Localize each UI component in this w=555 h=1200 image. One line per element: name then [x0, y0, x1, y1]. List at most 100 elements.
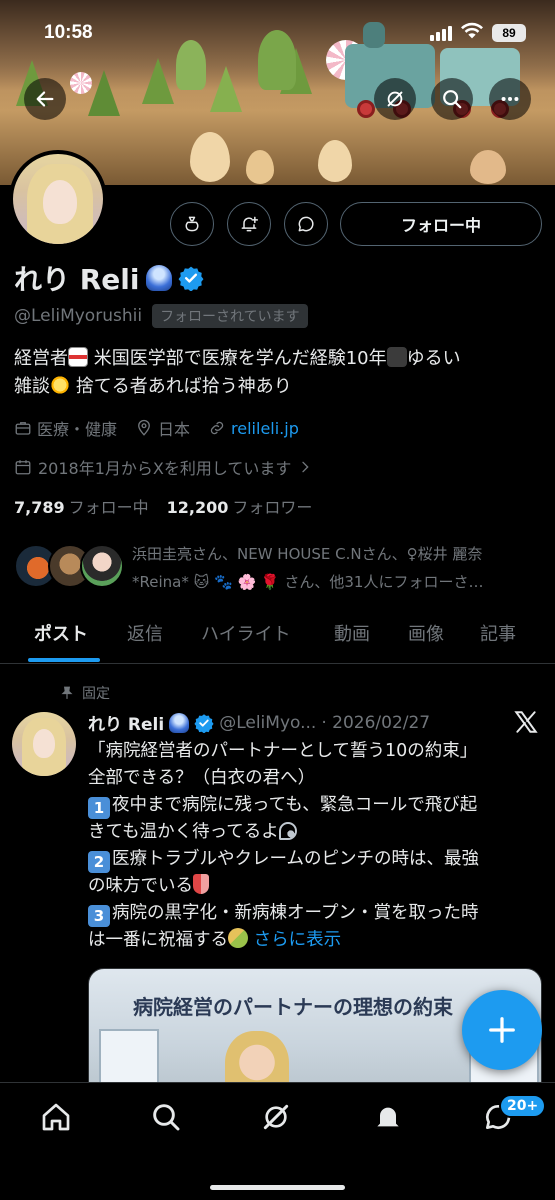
- verified-badge-icon: [194, 713, 214, 733]
- post-item-2: 2 医療トラブルやクレームのピンチの時は、最強: [88, 846, 543, 873]
- tab-images[interactable]: 画像: [408, 620, 444, 646]
- nav-home[interactable]: [40, 1101, 72, 1133]
- message-button[interactable]: [284, 202, 328, 246]
- pin-icon: [61, 686, 73, 699]
- avatar-face: [43, 180, 77, 224]
- tab-videos[interactable]: 動画: [334, 620, 370, 646]
- jellyfish-emoji-icon: [145, 265, 172, 291]
- chevron-right-icon: [302, 461, 310, 473]
- profile-meta: 医療・健康 日本 relileli.jp: [14, 416, 299, 440]
- post-item-3: 3 病院の黒字化・新病棟オープン・賞を取った時: [88, 900, 543, 927]
- status-time: 10:58: [44, 22, 93, 43]
- joined-date[interactable]: 2018年1月からXを利用しています: [14, 455, 313, 479]
- grok-button[interactable]: [374, 78, 416, 120]
- back-button[interactable]: [24, 78, 66, 120]
- image-title-text: 病院経営のパートナーの理想の約束: [133, 995, 453, 1019]
- tab-highlights[interactable]: ハイライト: [201, 620, 291, 646]
- battery-indicator: 89: [492, 24, 526, 42]
- train-wheel: [357, 100, 375, 118]
- more-horizontal-icon: [501, 96, 519, 102]
- post-line-wrap: きても温かく待ってるよ: [88, 819, 543, 846]
- bottom-navigation: [0, 1082, 555, 1200]
- joined-text: 2018年1月からXを利用しています: [38, 459, 292, 478]
- briefcase-icon: [15, 422, 31, 435]
- pinned-label: 固定: [60, 683, 110, 703]
- money-bag-icon: [185, 216, 199, 232]
- nav-notifications[interactable]: [372, 1101, 404, 1133]
- bio-text: 捨てる者あれば拾う神あり: [75, 376, 292, 397]
- post-item-1: 1 夜中まで病院に残っても、緊急コールで飛び起: [88, 792, 543, 819]
- post-line: 「病院経営者のパートナーとして誓う10の約束」: [88, 741, 478, 761]
- show-more-link[interactable]: さらに表示: [254, 930, 342, 950]
- bio-text: 経営者: [14, 348, 68, 369]
- post-line: 夜中まで病院に残っても、緊急コールで飛び起: [112, 795, 478, 815]
- keycap-number: 2: [88, 851, 110, 873]
- post-line-wrap: は一番に祝福する さらに表示: [88, 927, 543, 954]
- grok-icon: [387, 91, 403, 107]
- post-author-name[interactable]: れり Reli: [88, 710, 164, 735]
- wifi-icon: [461, 22, 483, 39]
- banner-lollipop: [70, 72, 92, 94]
- home-icon: [42, 1103, 70, 1131]
- messages-badge: 20+: [499, 1094, 547, 1118]
- following-button[interactable]: フォロー中: [340, 202, 542, 246]
- post-line: の味方でいる: [88, 876, 193, 896]
- website-item[interactable]: relileli.jp: [208, 419, 299, 438]
- post-line: きても温かく待ってるよ: [88, 822, 279, 842]
- website-link[interactable]: relileli.jp: [231, 419, 299, 438]
- profile-bio: 経営者 米国医学部で医療を学んだ経験10年 ゆるい 雑談 捨てる者あれば拾う神あり: [14, 345, 544, 401]
- shield-emoji-icon: [193, 874, 209, 894]
- followers-count-link[interactable]: 12,200 フォロワー: [167, 494, 313, 518]
- tab-posts[interactable]: ポスト: [34, 620, 88, 646]
- more-button[interactable]: [489, 78, 531, 120]
- link-icon: [210, 421, 224, 435]
- tip-button[interactable]: [170, 202, 214, 246]
- post-author-handle: @LeliMyo...: [219, 712, 317, 733]
- notifications-icon: [377, 1107, 399, 1129]
- glowing-star-emoji-icon: [50, 375, 70, 395]
- profile-handle: @LeliMyorushii: [14, 306, 143, 326]
- jellyfish-emoji-icon: [169, 712, 190, 733]
- active-tab-indicator: [28, 658, 100, 662]
- profile-avatar[interactable]: [9, 150, 107, 248]
- cellular-signal-icon: [430, 25, 454, 41]
- category-text: 医療・健康: [37, 420, 118, 439]
- compose-post-button[interactable]: [462, 990, 542, 1070]
- banner-egg: [190, 132, 230, 182]
- nav-grok[interactable]: [260, 1101, 292, 1133]
- arrow-left-icon: [36, 91, 54, 107]
- search-icon: [153, 1104, 180, 1131]
- search-button[interactable]: [431, 78, 473, 120]
- home-indicator: [210, 1185, 345, 1190]
- grok-icon: [263, 1104, 289, 1130]
- notify-button[interactable]: [227, 202, 271, 246]
- tab-replies[interactable]: 返信: [127, 620, 163, 646]
- bell-plus-icon: [241, 216, 259, 232]
- category-item: 医療・健康: [14, 416, 117, 440]
- post-line: 全部できる？（白衣の君へ）: [88, 768, 316, 788]
- chat-bubble-icon: [298, 216, 314, 232]
- banner-tree: [142, 58, 174, 104]
- post-body[interactable]: 「病院経営者のパートナーとして誓う10の約束」 全部できる？（白衣の君へ） 1夜…: [88, 738, 543, 954]
- banner-egg: [318, 140, 352, 182]
- following-label: フォロー中: [68, 498, 149, 517]
- banner-tree: [88, 70, 120, 116]
- followers-count: 12,200: [166, 498, 229, 517]
- plus-icon: [489, 1017, 515, 1043]
- following-count-link[interactable]: 7,789 フォロー中: [14, 494, 149, 518]
- stethoscope-emoji-icon: [278, 822, 297, 840]
- post-line: は一番に祝福する: [88, 930, 228, 950]
- bio-text: 雑談: [14, 376, 50, 397]
- nav-search[interactable]: [150, 1101, 182, 1133]
- banner-egg: [470, 150, 506, 184]
- followed-by-text: 浜田圭亮さん、NEW HOUSE C.Nさん、♀桜井 麗奈 *Reina* 🐱 …: [132, 540, 548, 596]
- followed-by-line: 浜田圭亮さん、NEW HOUSE C.Nさん、♀桜井 麗奈: [132, 545, 483, 563]
- followed-by-preview[interactable]: 浜田圭亮さん、NEW HOUSE C.Nさん、♀桜井 麗奈 *Reina* 🐱 …: [14, 540, 544, 596]
- post-line-wrap: の味方でいる: [88, 873, 543, 900]
- verified-badge-icon[interactable]: [178, 265, 204, 291]
- status-bar: 10:58 89: [0, 0, 555, 56]
- tab-articles[interactable]: 記事: [480, 620, 516, 646]
- profile-name: れり Reli: [14, 258, 204, 298]
- post-author-avatar[interactable]: [12, 712, 76, 776]
- post-date[interactable]: · 2026/02/27: [321, 713, 430, 733]
